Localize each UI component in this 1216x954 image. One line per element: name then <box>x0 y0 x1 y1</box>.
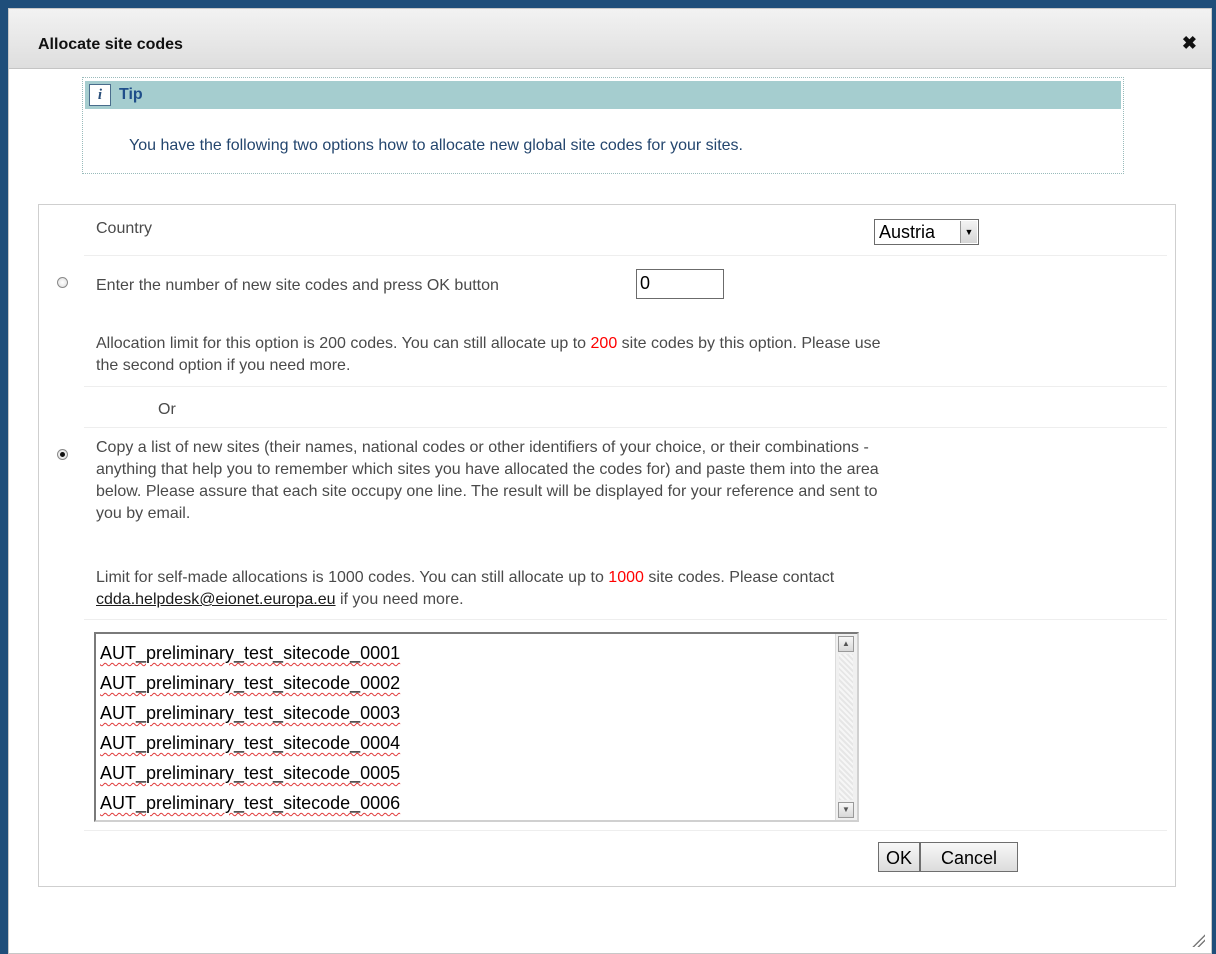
scrollbar-track[interactable] <box>839 654 853 800</box>
option1-limit-text: Allocation limit for this option is 200 … <box>96 333 1156 377</box>
or-label: Or <box>158 401 176 418</box>
close-icon[interactable]: ✖ <box>1182 34 1197 52</box>
cancel-button[interactable]: Cancel <box>920 842 1018 872</box>
site-line: AUT_preliminary_test_sitecode_0002 <box>100 673 401 693</box>
site-line: AUT_preliminary_test_sitecode_0005 <box>100 763 401 783</box>
option1-limit-value: 200 <box>590 335 618 352</box>
tip-text: You have the following two options how t… <box>129 137 743 154</box>
country-label: Country <box>96 220 153 237</box>
option2-limit-value: 1000 <box>608 569 644 586</box>
sites-textarea[interactable]: AUT_preliminary_test_sitecode_0001 AUT_p… <box>94 632 859 822</box>
option2-description: Copy a list of new sites (their names, n… <box>96 437 1166 525</box>
option2-limit-text: Limit for self-made allocations is 1000 … <box>96 567 1166 611</box>
site-line: AUT_preliminary_test_sitecode_0003 <box>100 703 401 723</box>
option2-limit-prefix: Limit for self-made allocations is 1000 … <box>96 569 604 586</box>
site-line: AUT_preliminary_test_sitecode_0001 <box>100 643 401 663</box>
option2-description-line: anything that help you to remember which… <box>96 461 879 478</box>
row-divider <box>84 427 1167 428</box>
option2-radio[interactable] <box>57 449 68 460</box>
option1-limit-prefix: Allocation limit for this option is 200 … <box>96 335 587 352</box>
allocate-site-codes-dialog: Allocate site codes ✖ i Tip You have the… <box>8 8 1212 954</box>
option2-description-line: Copy a list of new sites (their names, n… <box>96 439 869 456</box>
info-icon: i <box>89 84 111 106</box>
tip-header: i Tip <box>85 81 1121 109</box>
textarea-scrollbar[interactable]: ▲ ▼ <box>835 634 857 820</box>
dialog-title: Allocate site codes <box>38 36 183 53</box>
option1-label: Enter the number of new site codes and p… <box>96 277 499 294</box>
resize-handle-icon[interactable] <box>1191 933 1205 947</box>
site-line: AUT_preliminary_test_sitecode_0006 <box>100 793 401 813</box>
option2-description-line: you by email. <box>96 505 191 522</box>
option2-limit-line2-suffix: if you need more. <box>339 591 464 608</box>
option1-limit-suffix: site codes by this option. Please use <box>621 335 881 352</box>
site-line: AUT_preliminary_test_sitecode_0004 <box>100 733 401 753</box>
country-select-value: Austria <box>879 222 936 242</box>
tip-title: Tip <box>119 86 143 103</box>
row-divider <box>84 619 1167 620</box>
row-divider <box>84 386 1167 387</box>
country-select[interactable]: Austria ▼ <box>874 219 979 245</box>
scroll-up-icon[interactable]: ▲ <box>838 636 854 652</box>
option2-description-line: below. Please assure that each site occu… <box>96 483 878 500</box>
row-divider <box>84 830 1167 831</box>
ok-button[interactable]: OK <box>878 842 920 872</box>
tip-box: i Tip You have the following two options… <box>82 77 1124 174</box>
option1-radio[interactable] <box>57 277 68 288</box>
option1-limit-line2: the second option if you need more. <box>96 357 351 374</box>
site-code-count-input[interactable]: 0 <box>636 269 724 299</box>
scroll-down-icon[interactable]: ▼ <box>838 802 854 818</box>
dialog-titlebar[interactable]: Allocate site codes ✖ <box>9 9 1211 69</box>
sites-list: AUT_preliminary_test_sitecode_0001 AUT_p… <box>100 638 400 818</box>
chevron-down-icon[interactable]: ▼ <box>960 221 977 243</box>
option2-limit-suffix: site codes. Please contact <box>648 569 835 586</box>
allocation-form: Country Austria ▼ Enter the number of ne… <box>38 204 1176 887</box>
helpdesk-email-link[interactable]: cdda.helpdesk@eionet.europa.eu <box>96 591 336 608</box>
row-divider <box>84 255 1167 256</box>
